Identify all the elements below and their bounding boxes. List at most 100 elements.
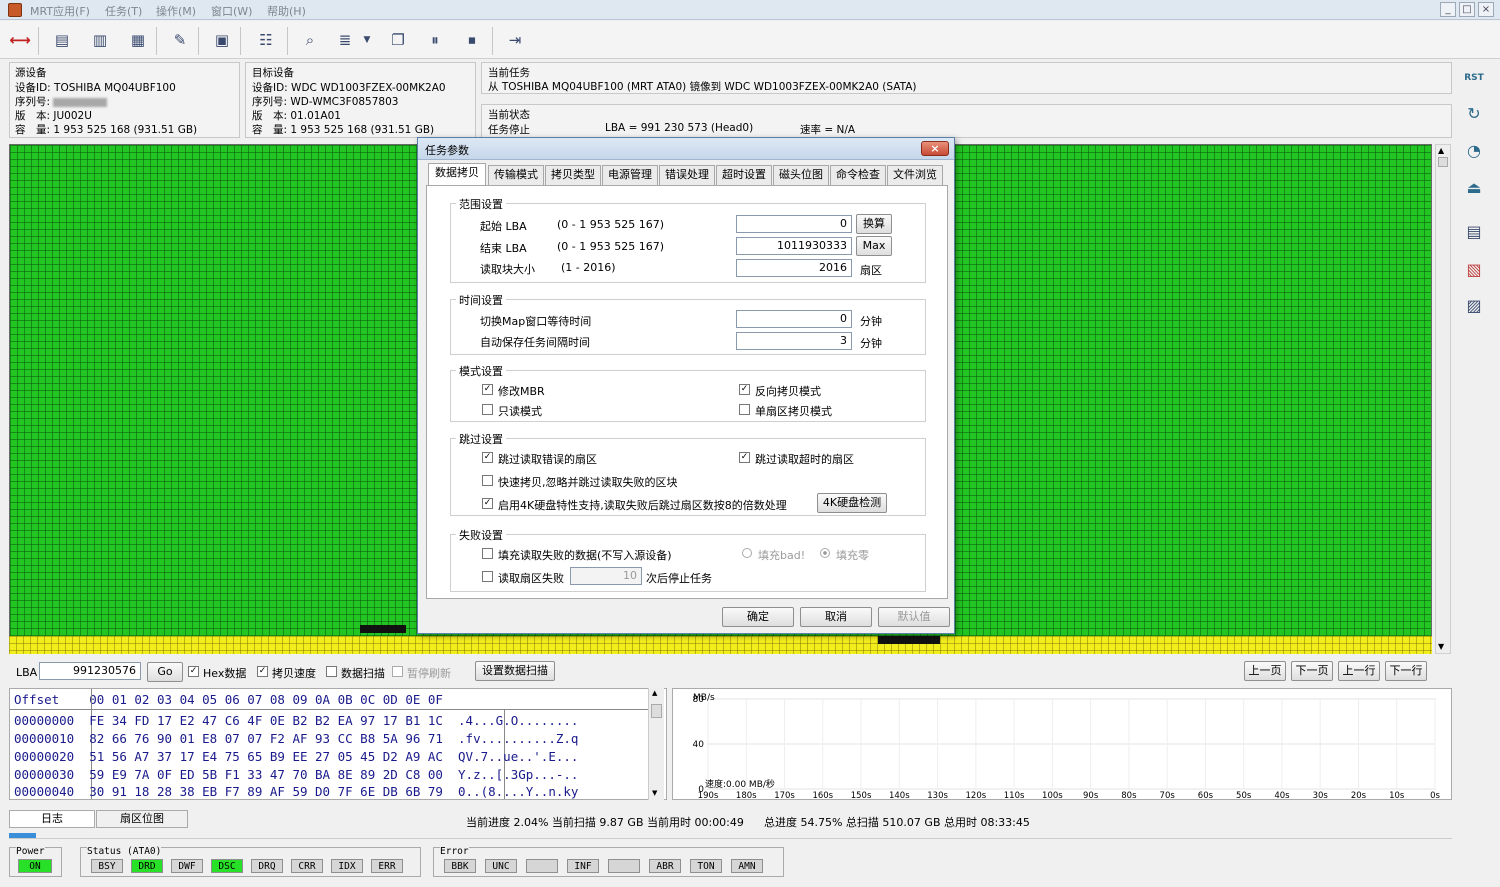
chart-x-tick: 120s	[966, 791, 987, 799]
error-report-icon[interactable]: ▧	[1462, 258, 1486, 282]
hex-view[interactable]: Offset 00 01 02 03 04 05 06 07 08 09 0A …	[9, 688, 667, 800]
go-button[interactable]: Go	[147, 662, 183, 682]
end-lba-input[interactable]: 1011930333	[736, 237, 852, 255]
target-device-panel: 目标设备 设备ID: WDC WD1003FZEX-00MK2A0 序列号: W…	[245, 62, 476, 138]
tab-data-copy[interactable]: 数据拷贝	[428, 163, 486, 185]
tab-sector-map[interactable]: 扇区位图	[96, 810, 188, 828]
next-page-button[interactable]: 下一页	[1291, 661, 1333, 681]
range-group: 范围设置 起始 LBA (0 - 1 953 525 167) 0 换算 结束 …	[450, 196, 926, 283]
lba-input[interactable]: 991230576	[39, 662, 141, 680]
chart-x-tick: 140s	[889, 791, 910, 799]
tab-transfer-mode[interactable]: 传输模式	[488, 165, 544, 185]
tab-timeout[interactable]: 超时设置	[716, 165, 772, 185]
tab-power[interactable]: 电源管理	[602, 165, 658, 185]
autosave-input[interactable]: 3	[736, 332, 852, 350]
task-report-icon[interactable]: ▨	[1462, 294, 1486, 318]
block-size-input[interactable]: 2016	[736, 259, 852, 277]
source-title: 源设备	[15, 67, 47, 79]
reverse-copy-checkbox[interactable]: ✓	[739, 384, 750, 395]
scroll-down-icon[interactable]: ▼	[1438, 642, 1444, 651]
map-scrollbar[interactable]: ▲ ▼	[1435, 144, 1451, 654]
document-copy-icon[interactable]: ▥	[88, 28, 112, 52]
lba-label: LBA	[16, 666, 38, 679]
minimize-button[interactable]: _	[1440, 2, 1456, 17]
fast-copy-checkbox[interactable]	[482, 475, 493, 486]
fill-bad-radio[interactable]	[742, 548, 752, 558]
menu-app[interactable]: MRT应用(F)	[30, 3, 90, 19]
tab-copy-type[interactable]: 拷贝类型	[545, 165, 601, 185]
source-device-panel: 源设备 设备ID: TOSHIBA MQ04UBF100 序列号: 版 本: J…	[9, 62, 240, 138]
4k-detect-button[interactable]: 4K硬盘检测	[817, 493, 887, 513]
modify-mbr-checkbox[interactable]: ✓	[482, 384, 493, 395]
tab-head-map[interactable]: 磁头位图	[773, 165, 829, 185]
close-window-button[interactable]: ×	[1478, 2, 1494, 17]
log-icon[interactable]: ▤	[1462, 220, 1486, 244]
chevron-down-icon[interactable]: ▼	[360, 28, 374, 52]
restore-button[interactable]: □	[1459, 2, 1475, 17]
max-button[interactable]: Max	[856, 236, 892, 256]
menu-task[interactable]: 任务(T)	[105, 3, 142, 19]
hex-data-checkbox[interactable]: ✓	[188, 666, 199, 677]
skip-error-checkbox[interactable]: ✓	[482, 452, 493, 463]
set-data-scan-button[interactable]: 设置数据扫描	[475, 661, 555, 681]
copy-speed-checkbox[interactable]: ✓	[257, 666, 268, 677]
range-group-title: 范围设置	[456, 196, 506, 212]
dialog-close-button[interactable]: ×	[921, 141, 949, 156]
exit-icon[interactable]: ⇥	[503, 28, 527, 52]
prev-page-button[interactable]: 上一页	[1244, 661, 1286, 681]
tab-log[interactable]: 日志	[9, 810, 95, 828]
cancel-button[interactable]: 取消	[800, 607, 872, 627]
refresh-icon[interactable]: ↻	[1462, 102, 1486, 126]
scroll-thumb[interactable]	[651, 704, 662, 718]
chart-x-tick: 80s	[1121, 791, 1137, 799]
tab-file-browser[interactable]: 文件浏览	[887, 165, 943, 185]
menu-help[interactable]: 帮助(H)	[267, 3, 306, 19]
tree-icon[interactable]: ☷	[254, 28, 278, 52]
scroll-up-icon[interactable]: ▲	[652, 689, 657, 697]
hex-scrollbar[interactable]: ▲ ▼	[648, 688, 664, 800]
default-button[interactable]: 默认值	[878, 607, 950, 627]
single-sector-checkbox[interactable]	[739, 404, 750, 415]
pause-icon[interactable]: ⏸	[423, 28, 447, 52]
fill-failed-checkbox[interactable]	[482, 548, 493, 559]
scroll-thumb[interactable]	[1438, 157, 1448, 167]
menu-window[interactable]: 窗口(W)	[211, 3, 252, 19]
list-icon[interactable]: ≣	[333, 28, 357, 52]
scroll-up-icon[interactable]: ▲	[1438, 146, 1444, 155]
4k-support-checkbox[interactable]: ✓	[482, 498, 493, 509]
document-icon[interactable]: ▤	[50, 28, 74, 52]
edit-icon[interactable]: ✎	[168, 28, 192, 52]
status-indicator-err: ERR	[371, 859, 403, 873]
ok-button[interactable]: 确定	[722, 607, 794, 627]
next-line-button[interactable]: 下一行	[1385, 661, 1427, 681]
hex-row: 00000040 30 91 18 28 38 EB F7 89 AF 59 D…	[14, 784, 579, 799]
stop-icon[interactable]: ⏹	[460, 28, 484, 52]
read-fail-checkbox[interactable]	[482, 571, 493, 582]
reset-icon[interactable]: RST	[1462, 66, 1486, 90]
dialog-titlebar[interactable]: 任务参数 ×	[418, 138, 954, 160]
tab-command-check[interactable]: 命令检查	[830, 165, 886, 185]
start-lba-input[interactable]: 0	[736, 215, 852, 233]
readonly-checkbox[interactable]	[482, 404, 493, 415]
start-lba-range: (0 - 1 953 525 167)	[557, 218, 665, 231]
prev-line-button[interactable]: 上一行	[1338, 661, 1380, 681]
tab-error-handling[interactable]: 错误处理	[659, 165, 715, 185]
read-fail-input[interactable]: 10	[570, 567, 642, 585]
report-icon[interactable]: ▦	[126, 28, 150, 52]
upload-icon[interactable]: ⏏	[1462, 176, 1486, 200]
error-group: Error BBK UNC INF ABR TON AMN	[433, 846, 784, 877]
status-indicator-bsy: BSY	[91, 859, 123, 873]
convert-button[interactable]: 换算	[856, 214, 892, 234]
copy-icon[interactable]: ❐	[386, 28, 410, 52]
map-wait-input[interactable]: 0	[736, 310, 852, 328]
save-icon[interactable]: ▣	[210, 28, 234, 52]
gauge-icon[interactable]: ◔	[1462, 139, 1486, 163]
pause-refresh-checkbox[interactable]	[392, 666, 403, 677]
menu-operate[interactable]: 操作(M)	[156, 3, 196, 19]
connect-icon[interactable]: ⟷	[8, 28, 32, 52]
data-scan-checkbox[interactable]	[326, 666, 337, 677]
scroll-down-icon[interactable]: ▼	[652, 789, 657, 797]
fill-zero-radio[interactable]	[820, 548, 830, 558]
skip-timeout-checkbox[interactable]: ✓	[739, 452, 750, 463]
search-document-icon[interactable]: ⌕	[298, 28, 322, 52]
